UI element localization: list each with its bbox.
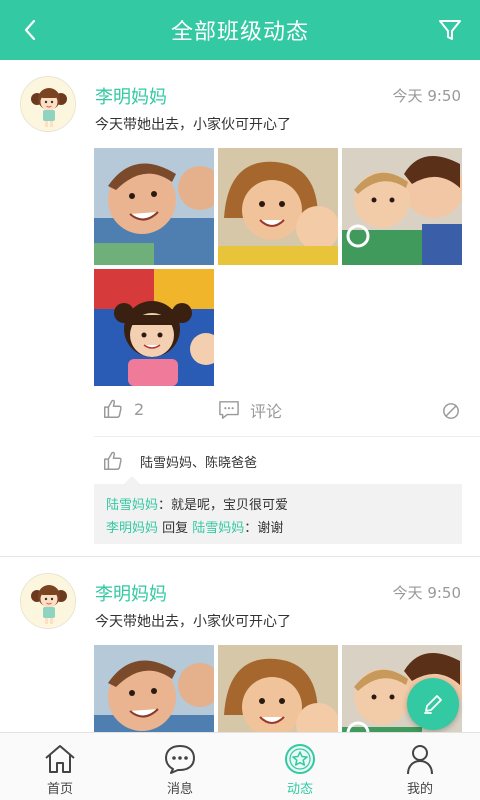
nav-item-profile[interactable]: 我的	[360, 733, 480, 800]
comment-item[interactable]: 李明妈妈 回复 陆雪妈妈：谢谢	[106, 517, 450, 540]
comment-button[interactable]: 评论	[218, 398, 282, 422]
post-timestamp: 今天 9:50	[392, 584, 461, 602]
bottom-nav: 首页 消息 动态 我的	[0, 732, 480, 800]
post-text: 今天带她出去，小家伙可开心了	[95, 614, 291, 630]
nav-item-messages[interactable]: 消息	[120, 733, 240, 800]
photo-thumbnail[interactable]	[218, 645, 338, 732]
comment-separator: ：	[244, 521, 258, 536]
filter-button[interactable]	[430, 10, 470, 50]
thumbs-up-icon	[104, 399, 122, 418]
post-text: 今天带她出去，小家伙可开心了	[95, 117, 291, 133]
comment-author[interactable]: 李明妈妈	[106, 521, 158, 536]
nav-label: 首页	[46, 782, 73, 797]
block-icon	[443, 403, 459, 419]
reply-word: 回复	[158, 521, 193, 536]
nav-item-feed[interactable]: 动态	[240, 733, 360, 800]
photo-thumbnail[interactable]	[218, 148, 338, 265]
back-button[interactable]	[10, 10, 50, 50]
block-button[interactable]	[442, 402, 460, 424]
home-icon	[45, 745, 75, 773]
header-bar: 全部班级动态	[0, 0, 480, 60]
nav-item-home[interactable]: 首页	[0, 733, 120, 800]
message-icon	[165, 745, 195, 774]
comment-text: 就是呢，宝贝很可爱	[171, 498, 289, 513]
feed-list[interactable]: 李明妈妈 今天 9:50 今天带她出去，小家伙可开心了 2 评论 陆雪妈妈、陈晓…	[0, 60, 480, 732]
photo-thumbnail[interactable]	[342, 148, 462, 265]
edit-pen-icon	[424, 695, 442, 714]
like-button[interactable]: 2	[102, 398, 144, 420]
compose-button[interactable]	[407, 678, 459, 730]
app-screen: 全部班级动态 李明妈妈 今天 9:50 今天带她出去，小家伙可开心了 2 评论 …	[0, 0, 480, 800]
nav-label: 消息	[166, 782, 193, 797]
liked-by-names: 陆雪妈妈、陈晓爸爸	[140, 455, 258, 471]
photo-thumbnail[interactable]	[94, 148, 214, 265]
avatar[interactable]	[20, 76, 76, 132]
nav-label: 动态	[286, 782, 313, 797]
likes-row: 陆雪妈妈、陈晓爸爸	[102, 450, 257, 472]
divider	[94, 436, 480, 437]
post-author-name[interactable]: 李明妈妈	[95, 83, 167, 109]
avatar[interactable]	[20, 573, 76, 629]
photo-thumbnail[interactable]	[94, 269, 214, 386]
comment-text: 谢谢	[257, 521, 284, 536]
like-count: 2	[134, 399, 145, 419]
comment-icon	[219, 401, 239, 419]
girl-avatar-icon	[21, 574, 75, 628]
filter-icon	[439, 20, 461, 40]
feed-icon	[285, 744, 315, 774]
post-author-name[interactable]: 李明妈妈	[95, 580, 167, 606]
post-actions: 2 评论	[94, 398, 480, 428]
comment-item[interactable]: 陆雪妈妈：就是呢，宝贝很可爱	[106, 494, 450, 517]
post-timestamp: 今天 9:50	[392, 87, 461, 105]
nav-label: 我的	[406, 782, 433, 797]
feed-post: 李明妈妈 今天 9:50 今天带她出去，小家伙可开心了	[0, 60, 480, 556]
thumbs-up-icon	[104, 451, 122, 470]
comments-box: 陆雪妈妈：就是呢，宝贝很可爱 李明妈妈 回复 陆雪妈妈：谢谢	[94, 476, 462, 544]
comment-separator: ：	[158, 498, 172, 513]
reply-target[interactable]: 陆雪妈妈	[192, 521, 244, 536]
chevron-left-icon	[24, 19, 36, 41]
profile-icon	[407, 745, 433, 775]
photo-thumbnail[interactable]	[94, 645, 214, 732]
girl-avatar-icon	[21, 77, 75, 131]
comment-author[interactable]: 陆雪妈妈	[106, 498, 158, 513]
page-title: 全部班级动态	[170, 20, 309, 45]
comment-label: 评论	[250, 402, 283, 421]
